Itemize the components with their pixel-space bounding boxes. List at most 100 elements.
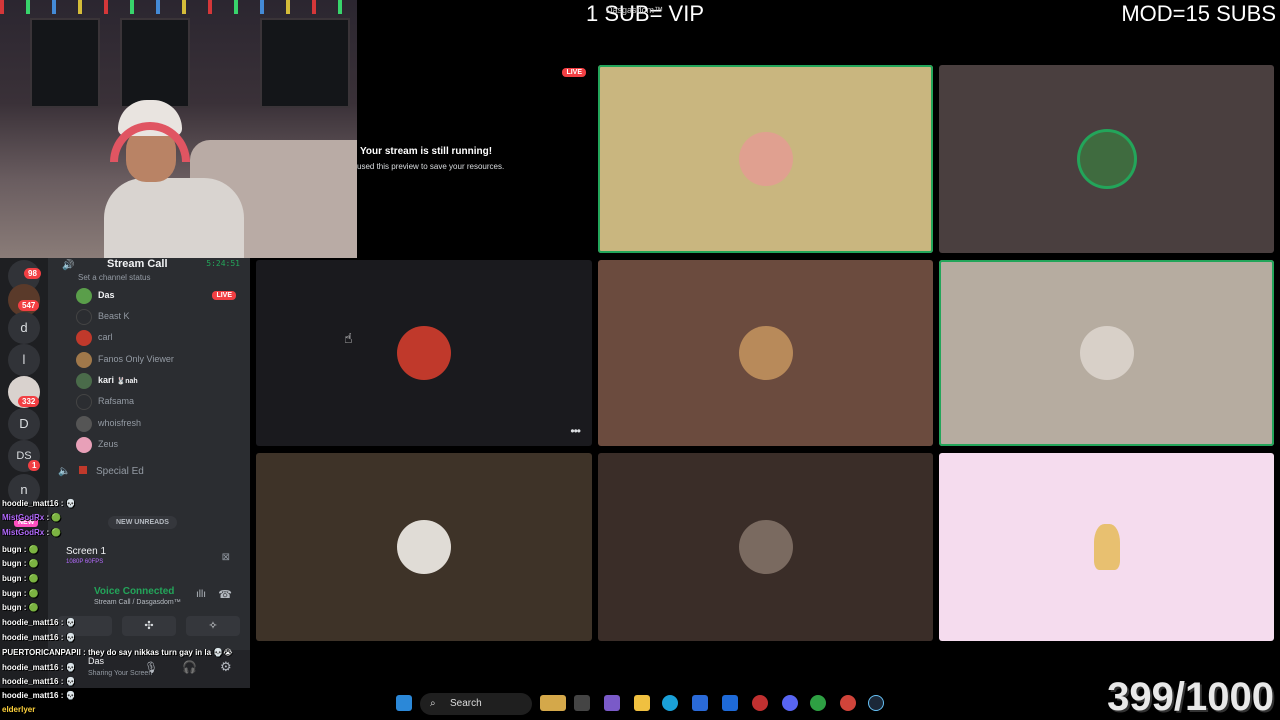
member-das[interactable]: Das LIVE <box>72 286 244 306</box>
live-badge: LIVE <box>212 291 236 300</box>
chat-message: elderlyer <box>2 705 36 714</box>
outlook-icon[interactable] <box>722 695 738 711</box>
unread-badge: 1 <box>28 460 41 471</box>
participant-tile[interactable] <box>598 453 933 641</box>
member-whoisfresh[interactable]: whoisfresh <box>72 414 244 434</box>
participant-avatar <box>397 326 451 380</box>
participant-avatar <box>738 132 793 186</box>
chat-message: bugn : 🟢 <box>2 545 39 554</box>
member-kari[interactable]: kari 🐰nah <box>72 371 244 391</box>
chat-message: hoodie_matt16 : 💀 <box>2 499 76 508</box>
member-rafsama[interactable]: Rafsama <box>72 392 244 412</box>
chat-message: hoodie_matt16 : 💀 <box>2 663 76 672</box>
stream-preview-tile[interactable]: LIVE Your stream is still running! used … <box>357 62 592 254</box>
webcam-feed <box>0 0 357 258</box>
store-icon[interactable] <box>692 695 708 711</box>
member-name: carl <box>98 332 113 342</box>
app-icon[interactable] <box>752 695 768 711</box>
member-fanos[interactable]: Fanos Only Viewer <box>72 350 244 370</box>
steam-icon[interactable] <box>868 695 884 711</box>
speaker-icon: 🔊 <box>62 260 75 271</box>
participant-tile[interactable]: ••• <box>256 260 592 446</box>
participant-avatar <box>1080 520 1134 574</box>
avatar <box>76 330 92 346</box>
participant-avatar <box>738 520 793 574</box>
chat-message: bugn : 🟢 <box>2 589 39 598</box>
room-window <box>30 18 100 108</box>
chat-message: hoodie_matt16 : 💀 <box>2 618 76 627</box>
server-icon[interactable]: d <box>8 312 40 344</box>
member-name: Das <box>98 290 115 300</box>
task-view-icon[interactable] <box>574 695 590 711</box>
participant-tile[interactable] <box>256 453 592 641</box>
chat-message: bugn : 🟢 <box>2 603 39 612</box>
room-window <box>260 18 350 108</box>
edge-icon[interactable] <box>662 695 678 711</box>
mouse-cursor: ☝ <box>344 330 353 346</box>
live-badge: LIVE <box>562 68 586 77</box>
chat-message: bugn : 🟢 <box>2 559 39 568</box>
member-name: Fanos Only Viewer <box>98 354 174 364</box>
widgets-icon[interactable] <box>540 695 566 711</box>
member-name: Rafsama <box>98 396 135 406</box>
more-options-icon[interactable]: ••• <box>570 424 581 438</box>
chat-message: hoodie_matt16 : 💀 <box>2 633 76 642</box>
unread-badge: 332 <box>18 396 40 407</box>
overlay-mod-text: MOD=15 SUBS <box>1121 1 1276 26</box>
avatar <box>76 416 92 432</box>
window-title: Dasgasdom™ <box>606 5 664 15</box>
participant-tile[interactable] <box>598 65 933 253</box>
unread-badge: 98 <box>24 268 41 279</box>
member-zeus[interactable]: Zeus <box>72 435 244 455</box>
participant-avatar <box>397 520 451 574</box>
member-name: Zeus <box>98 439 119 449</box>
file-explorer-icon[interactable] <box>634 695 650 711</box>
avatar <box>76 309 92 325</box>
streamer <box>104 100 244 258</box>
chrome-icon[interactable] <box>810 695 826 711</box>
member-carl[interactable]: carl <box>72 328 244 348</box>
search-placeholder: Search <box>450 698 482 709</box>
participant-avatar <box>738 326 793 380</box>
chrome-icon[interactable] <box>840 695 856 711</box>
stream-running-desc: used this preview to save your resources… <box>357 162 505 171</box>
server-icon[interactable]: l <box>8 344 40 376</box>
call-timer: 5:24:51 <box>206 259 240 268</box>
channel-name: Stream Call <box>107 258 168 270</box>
chat-message: MistGodRx : 🟢 <box>2 528 62 537</box>
taskbar-search[interactable]: ⌕ Search <box>420 693 532 715</box>
participant-tile[interactable] <box>939 453 1274 641</box>
chat-message: hoodie_matt16 : 💀 <box>2 677 76 686</box>
participant-tile[interactable] <box>939 65 1274 253</box>
avatar <box>76 288 92 304</box>
participant-tile[interactable] <box>598 260 933 446</box>
channel-special-ed[interactable]: 🔈 Special Ed <box>58 466 144 477</box>
avatar <box>76 437 92 453</box>
avatar <box>76 394 92 410</box>
chat-message: hoodie_matt16 : 💀 <box>2 691 76 700</box>
app-icon[interactable] <box>604 695 620 711</box>
sub-goal-counter: 399/1000 <box>1107 675 1274 719</box>
chat-message: bugn : 🟢 <box>2 574 39 583</box>
participant-avatar <box>1079 132 1134 186</box>
channel-status-input[interactable]: Set a channel status <box>78 273 151 282</box>
stream-running-title: Your stream is still running! <box>360 146 493 157</box>
discord-icon[interactable] <box>782 695 798 711</box>
member-name: kari 🐰nah <box>98 375 138 385</box>
member-name: whoisfresh <box>98 418 142 428</box>
server-icon[interactable]: D <box>8 408 40 440</box>
stream-chat-overlay: NEW hoodie_matt16 : 💀 MistGodRx : 🟢 Mist… <box>0 495 240 720</box>
voice-channel-header[interactable]: 🔊 Stream Call 5:24:51 Set a channel stat… <box>54 258 244 286</box>
participant-avatar <box>1079 326 1134 380</box>
participant-tile[interactable] <box>939 260 1274 446</box>
start-icon[interactable] <box>396 695 412 711</box>
unread-badge: 547 <box>18 300 40 311</box>
chat-message: PUERTORICANPAPII : they do say nikkas tu… <box>2 648 233 657</box>
chat-message: MistGodRx : 🟢 <box>2 513 62 522</box>
avatar <box>76 373 92 389</box>
room-window <box>120 18 190 108</box>
member-beast-k[interactable]: Beast K <box>72 307 244 327</box>
avatar <box>76 352 92 368</box>
channel-emoji-icon <box>79 466 88 474</box>
member-name: Beast K <box>98 311 130 321</box>
